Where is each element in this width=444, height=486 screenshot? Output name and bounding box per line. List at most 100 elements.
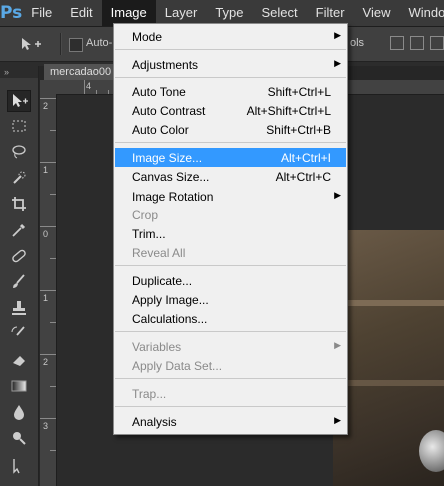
menu-item-shortcut: Alt+Ctrl+C <box>275 170 331 184</box>
tools-collapse-icon[interactable]: » <box>0 66 38 78</box>
transform-controls-label: ols <box>350 37 365 49</box>
menu-edit[interactable]: Edit <box>61 0 101 26</box>
menu-item-label: Image Rotation <box>132 190 214 204</box>
ruler-left-label: 2 <box>43 101 49 111</box>
menu-item-trim[interactable]: Trim... <box>115 224 346 243</box>
menu-item-label: Auto Tone <box>132 85 186 99</box>
menu-file[interactable]: File <box>22 0 61 26</box>
menu-item-apply-data-set: Apply Data Set... <box>115 356 346 375</box>
lasso-tool-icon[interactable] <box>9 142 29 162</box>
menu-item-label: Auto Color <box>132 123 189 137</box>
clone-stamp-tool-icon[interactable] <box>9 298 29 318</box>
ruler-tick <box>40 162 56 163</box>
quick-selection-tool-icon[interactable] <box>9 168 29 188</box>
ruler-tick <box>96 90 97 94</box>
blur-tool-icon[interactable] <box>9 402 29 422</box>
menu-item-canvas-size[interactable]: Canvas Size... Alt+Ctrl+C <box>115 167 346 186</box>
image-detail <box>333 380 444 386</box>
menu-item-label: Mode <box>132 30 163 44</box>
brush-tool-icon[interactable] <box>9 272 29 292</box>
menu-window[interactable]: Window <box>399 0 444 26</box>
ruler-corner <box>40 80 56 94</box>
dodge-tool-icon[interactable] <box>9 428 29 448</box>
eyedropper-tool-icon[interactable] <box>9 220 29 240</box>
menu-separator <box>115 378 346 379</box>
options-divider <box>60 33 62 55</box>
photoshop-logo: Ps <box>0 3 23 23</box>
ruler-tick <box>50 258 56 259</box>
menu-item-shortcut: Alt+Ctrl+I <box>280 151 331 165</box>
move-tool-icon[interactable] <box>7 90 31 112</box>
ruler-tick <box>50 194 56 195</box>
ruler-tick <box>40 290 56 291</box>
healing-brush-tool-icon[interactable] <box>9 246 29 266</box>
menu-item-label: Adjustments <box>132 58 199 72</box>
menu-item-label: Crop <box>132 208 159 222</box>
menu-item-calculations[interactable]: Calculations... <box>115 309 346 328</box>
menu-item-trap: Trap... <box>115 384 346 403</box>
menu-item-apply-image[interactable]: Apply Image... <box>115 290 346 309</box>
menu-separator <box>115 77 346 78</box>
menu-item-variables: Variables ▶ <box>115 337 346 356</box>
ruler-tick <box>40 418 56 419</box>
menu-item-label: Duplicate... <box>132 274 193 288</box>
tools-panel: » <box>0 66 39 486</box>
ruler-left: 2 1 0 1 2 3 <box>40 94 57 486</box>
menu-item-label: Trim... <box>132 227 166 241</box>
eraser-tool-icon[interactable] <box>9 350 29 370</box>
move-tool-preset-icon[interactable] <box>18 35 46 53</box>
pen-tool-icon[interactable] <box>9 456 29 476</box>
menu-item-auto-tone[interactable]: Auto Tone Shift+Ctrl+L <box>115 82 346 101</box>
menu-item-adjustments[interactable]: Adjustments ▶ <box>115 55 346 74</box>
menu-item-auto-color[interactable]: Auto Color Shift+Ctrl+B <box>115 120 346 139</box>
submenu-arrow-icon: ▶ <box>334 190 341 200</box>
history-brush-tool-icon[interactable] <box>9 324 29 344</box>
ruler-tick <box>40 354 56 355</box>
menu-item-reveal-all: Reveal All <box>115 243 346 262</box>
auto-select-checkbox[interactable] <box>69 38 83 52</box>
submenu-arrow-icon: ▶ <box>334 415 341 425</box>
crop-tool-icon[interactable] <box>9 194 29 214</box>
ruler-tick <box>108 90 109 94</box>
ruler-tick <box>50 450 56 451</box>
gradient-tool-icon[interactable] <box>9 376 29 396</box>
menu-item-mode[interactable]: Mode ▶ <box>115 27 346 46</box>
menu-item-label: Variables <box>132 340 182 354</box>
menu-view[interactable]: View <box>354 0 400 26</box>
align-bottom-icon[interactable] <box>430 36 444 50</box>
document-image[interactable] <box>333 230 444 486</box>
align-top-icon[interactable] <box>390 36 404 50</box>
menu-item-image-rotation[interactable]: Image Rotation ▶ <box>115 187 346 206</box>
menu-item-analysis[interactable]: Analysis ▶ <box>115 412 346 431</box>
menu-item-label: Auto Contrast <box>132 104 206 118</box>
ruler-tick <box>84 80 85 94</box>
menu-item-image-size[interactable]: Image Size... Alt+Ctrl+I <box>115 148 346 167</box>
menu-item-label: Apply Data Set... <box>132 359 223 373</box>
menu-item-shortcut: Alt+Shift+Ctrl+L <box>246 104 331 118</box>
align-middle-icon[interactable] <box>410 36 424 50</box>
menu-item-label: Trap... <box>132 387 167 401</box>
submenu-arrow-icon: ▶ <box>334 340 341 350</box>
ruler-left-label: 3 <box>43 421 49 431</box>
auto-select-label: Auto- <box>86 37 113 49</box>
marquee-tool-icon[interactable] <box>9 116 29 136</box>
menu-item-label: Canvas Size... <box>132 170 210 184</box>
ruler-left-label: 0 <box>43 229 49 239</box>
submenu-arrow-icon: ▶ <box>334 58 341 68</box>
menu-item-label: Reveal All <box>132 246 186 260</box>
menu-item-auto-contrast[interactable]: Auto Contrast Alt+Shift+Ctrl+L <box>115 101 346 120</box>
menu-item-shortcut: Shift+Ctrl+B <box>266 123 331 137</box>
ruler-tick <box>40 226 56 227</box>
ruler-tick <box>40 98 56 99</box>
menu-item-label: Calculations... <box>132 312 208 326</box>
menu-separator <box>115 406 346 407</box>
menu-item-label: Apply Image... <box>132 293 209 307</box>
menu-separator <box>115 142 346 143</box>
menu-item-shortcut: Shift+Ctrl+L <box>267 85 331 99</box>
ruler-tick <box>50 386 56 387</box>
menu-separator <box>115 331 346 332</box>
submenu-arrow-icon: ▶ <box>334 30 341 40</box>
menu-item-duplicate[interactable]: Duplicate... <box>115 271 346 290</box>
ruler-top-label: 4 <box>86 81 92 91</box>
menu-item-crop: Crop <box>115 205 346 224</box>
